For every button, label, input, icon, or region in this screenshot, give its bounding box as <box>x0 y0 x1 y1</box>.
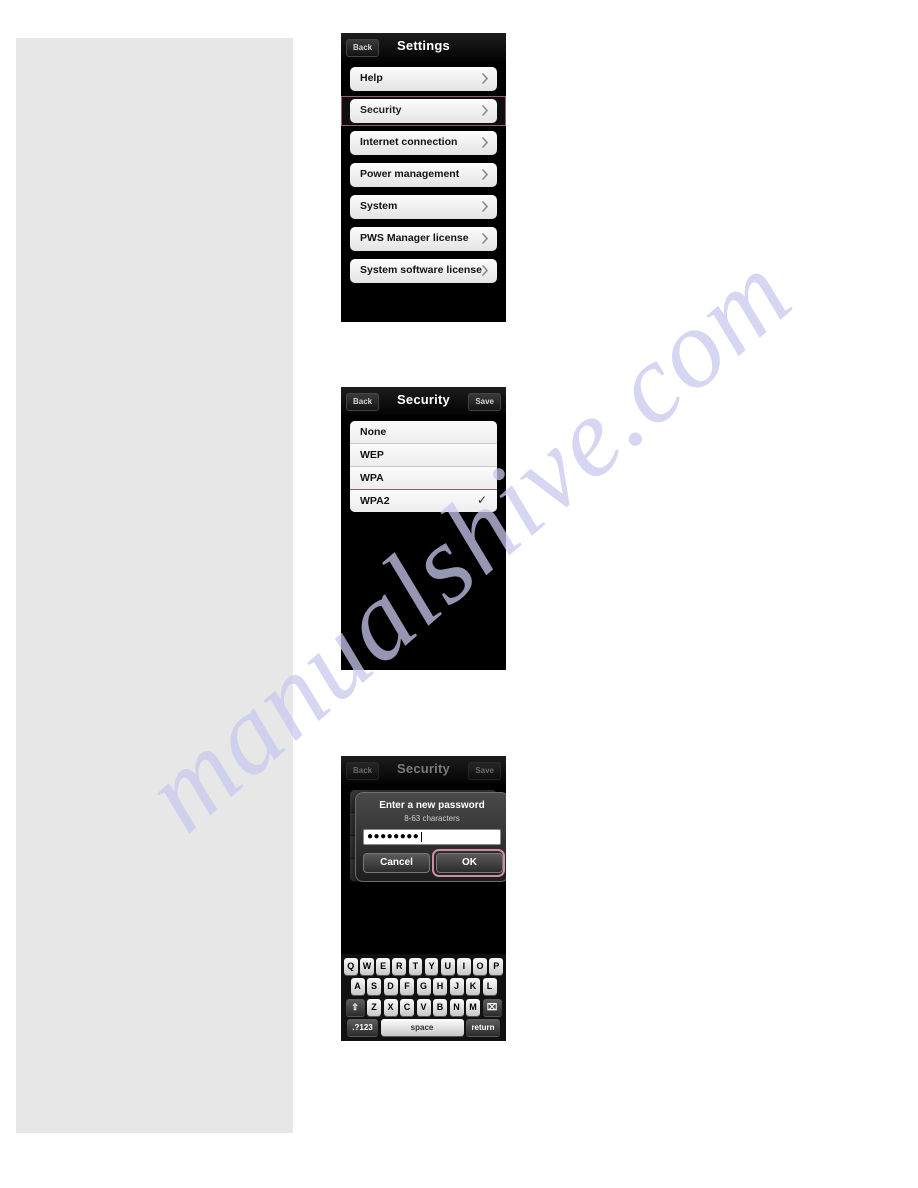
password-value: ●●●●●●●● <box>367 831 420 842</box>
chevron-right-icon <box>482 265 488 276</box>
menu-item-label: Security <box>360 104 402 116</box>
security-options-list: None WEP WPA WPA2 ✓ <box>341 415 506 512</box>
menu-item-internet-connection[interactable]: Internet connection <box>350 131 497 155</box>
save-button[interactable]: Save <box>468 393 501 411</box>
keyboard-row-1: Q W E R T Y U I O P <box>343 957 504 975</box>
key-a[interactable]: A <box>350 978 365 995</box>
chevron-right-icon <box>482 105 488 116</box>
menu-item-pws-manager-license[interactable]: PWS Manager license <box>350 227 497 251</box>
key-r[interactable]: R <box>392 957 407 975</box>
ok-button[interactable]: OK <box>436 853 503 873</box>
keyboard-row-4: .?123 space return <box>344 1019 503 1036</box>
menu-row: Internet connection <box>350 131 497 155</box>
menu-item-label: System <box>360 200 398 212</box>
menu-item-security[interactable]: Security <box>350 99 497 123</box>
key-d[interactable]: D <box>383 978 398 995</box>
option-label: WPA <box>360 472 384 484</box>
keyboard-row-3: ⇧ Z X C V B N M ⌧ <box>344 998 503 1016</box>
key-e[interactable]: E <box>376 957 390 975</box>
key-b[interactable]: B <box>433 998 447 1016</box>
key-t[interactable]: T <box>408 957 423 975</box>
password-input[interactable]: ●●●●●●●● <box>363 829 501 845</box>
key-s[interactable]: S <box>367 978 381 995</box>
save-button[interactable]: Save <box>468 762 501 780</box>
option-label: WPA2 <box>360 495 390 507</box>
menu-row: Security <box>341 96 506 126</box>
menu-item-label: System software license <box>360 264 482 276</box>
chevron-right-icon <box>482 73 488 84</box>
onscreen-keyboard: Q W E R T Y U I O P A S D F G H J K L ⇧ … <box>341 953 506 1041</box>
text-placeholder-column <box>16 38 293 1133</box>
keyboard-row-2: A S D F G H J K L <box>344 978 503 995</box>
menu-item-system[interactable]: System <box>350 195 497 219</box>
key-m[interactable]: M <box>466 998 480 1016</box>
settings-menu-list: Help Security Internet connection Power … <box>341 61 506 299</box>
chevron-right-icon <box>482 169 488 180</box>
security-option-none[interactable]: None <box>350 421 497 444</box>
password-dialog: Enter a new password 8-63 characters ●●●… <box>355 792 506 882</box>
menu-item-label: PWS Manager license <box>360 232 469 244</box>
space-key[interactable]: space <box>380 1019 464 1036</box>
numbers-key[interactable]: .?123 <box>347 1019 378 1036</box>
menu-item-help[interactable]: Help <box>350 67 497 91</box>
security-navbar: Back Security Save <box>341 387 506 415</box>
security-option-wpa[interactable]: WPA <box>350 467 497 490</box>
key-u[interactable]: U <box>440 957 455 975</box>
menu-row: PWS Manager license <box>350 227 497 251</box>
key-k[interactable]: K <box>466 978 480 995</box>
chevron-right-icon <box>482 201 488 212</box>
key-g[interactable]: G <box>416 978 431 995</box>
settings-screen: Back Settings Help Security Internet con… <box>341 33 506 322</box>
shift-key[interactable]: ⇧ <box>345 998 365 1016</box>
menu-item-label: Power management <box>360 168 460 180</box>
return-key[interactable]: return <box>466 1019 500 1036</box>
key-y[interactable]: Y <box>424 957 439 975</box>
cancel-button[interactable]: Cancel <box>363 853 430 873</box>
key-l[interactable]: L <box>482 978 497 995</box>
ok-button-wrapper: OK <box>432 849 505 877</box>
option-label: None <box>360 426 387 438</box>
key-x[interactable]: X <box>383 998 398 1016</box>
key-z[interactable]: Z <box>367 998 381 1016</box>
key-n[interactable]: N <box>449 998 464 1016</box>
menu-item-power-management[interactable]: Power management <box>350 163 497 187</box>
security-screen: Back Security Save None WEP WPA WPA2 ✓ <box>341 387 506 670</box>
page-title: Settings <box>397 38 450 53</box>
dialog-buttons: Cancel OK <box>363 849 505 877</box>
backspace-key[interactable]: ⌧ <box>482 998 502 1016</box>
key-o[interactable]: O <box>473 957 487 975</box>
key-j[interactable]: J <box>449 978 464 995</box>
key-q[interactable]: Q <box>343 957 358 975</box>
security-option-wep[interactable]: WEP <box>350 444 497 467</box>
checkmark-icon: ✓ <box>476 493 487 507</box>
key-f[interactable]: F <box>400 978 414 995</box>
key-v[interactable]: V <box>416 998 431 1016</box>
password-entry-screen: Back Security Save None WEP WPA WPA2 Ent… <box>341 756 506 1041</box>
chevron-right-icon <box>482 233 488 244</box>
menu-row: Power management <box>350 163 497 187</box>
menu-row: System software license <box>350 259 497 283</box>
settings-navbar: Back Settings <box>341 33 506 61</box>
menu-row: Help <box>350 67 497 91</box>
menu-item-label: Internet connection <box>360 136 458 148</box>
dialog-subtitle: 8-63 characters <box>404 814 460 823</box>
password-navbar: Back Security Save <box>341 756 506 784</box>
security-option-wpa2[interactable]: WPA2 ✓ <box>350 489 497 512</box>
text-caret <box>421 832 422 842</box>
dialog-title: Enter a new password <box>379 800 485 811</box>
key-p[interactable]: P <box>489 957 504 975</box>
menu-row: System <box>350 195 497 219</box>
key-c[interactable]: C <box>400 998 414 1016</box>
key-w[interactable]: W <box>360 957 374 975</box>
menu-item-label: Help <box>360 72 383 84</box>
chevron-right-icon <box>482 137 488 148</box>
menu-item-system-software-license[interactable]: System software license <box>350 259 497 283</box>
key-h[interactable]: H <box>433 978 447 995</box>
key-i[interactable]: I <box>457 957 471 975</box>
option-label: WEP <box>360 449 384 461</box>
security-options-table: None WEP WPA WPA2 ✓ <box>350 421 497 512</box>
